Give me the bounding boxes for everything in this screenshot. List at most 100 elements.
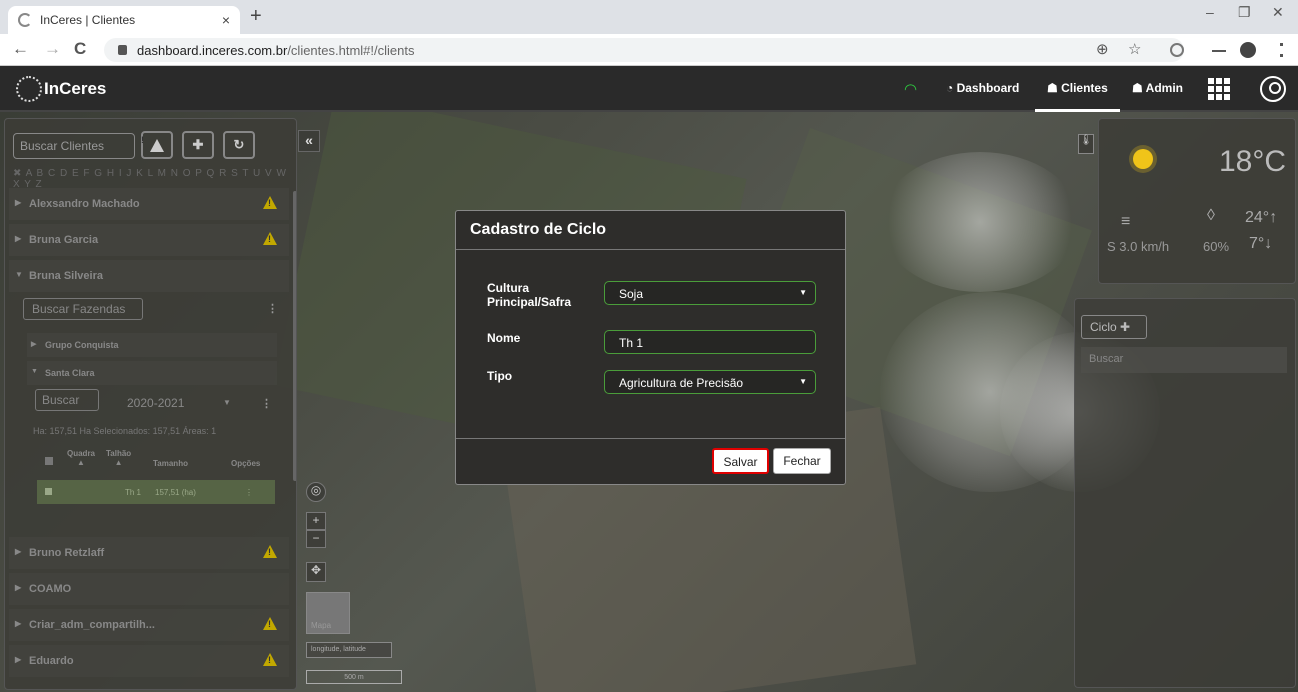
cultura-select[interactable]: Soja ▼ bbox=[604, 281, 816, 305]
column-opcoes: Opções bbox=[231, 459, 261, 468]
cycle-search-input[interactable]: Buscar bbox=[1081, 347, 1287, 373]
address-bar[interactable]: dashboard.inceres.com.br /clientes.html#… bbox=[104, 38, 1184, 62]
warning-icon bbox=[150, 138, 164, 152]
farm-item[interactable]: ▶ Grupo Conquista bbox=[27, 333, 277, 357]
profile-icon[interactable] bbox=[1240, 42, 1256, 58]
panel-scrollbar[interactable] bbox=[293, 191, 296, 481]
client-name: Bruno Retzlaff bbox=[29, 547, 105, 559]
add-cycle-button[interactable]: Ciclo ✚ bbox=[1081, 315, 1147, 339]
farm-item[interactable]: ▼ Santa Clara bbox=[27, 361, 277, 385]
caret-right-icon: ▶ bbox=[31, 341, 37, 348]
collapse-panel-button[interactable]: « bbox=[298, 130, 320, 152]
client-search-input[interactable]: Buscar Clientes bbox=[13, 133, 135, 159]
caret-down-icon: ▼ bbox=[223, 398, 231, 407]
caret-right-icon: ▶ bbox=[15, 619, 22, 628]
humidity-icon: ◊ bbox=[1207, 207, 1215, 224]
farm-name: Grupo Conquista bbox=[45, 340, 119, 350]
caret-down-icon: ▼ bbox=[799, 288, 807, 297]
column-tamanho[interactable]: Tamanho bbox=[153, 459, 188, 468]
tipo-select[interactable]: Agricultura de Precisão ▼ bbox=[604, 370, 816, 394]
users-icon: ☗ bbox=[1047, 81, 1062, 95]
caret-down-icon: ▼ bbox=[31, 368, 38, 375]
warning-icon bbox=[263, 545, 277, 558]
user-plus-icon: ☗ bbox=[1132, 81, 1146, 95]
zoom-in-button[interactable]: + bbox=[306, 512, 326, 530]
brand-name: InCeres bbox=[44, 79, 107, 98]
browser-tabbar: InCeres | Clientes × + – ❐ ✕ bbox=[0, 0, 1298, 34]
close-button[interactable]: Fechar bbox=[773, 448, 831, 474]
pan-icon[interactable]: ✥ bbox=[306, 562, 326, 582]
column-label: Talhão bbox=[106, 449, 132, 458]
client-name: Alexsandro Machado bbox=[29, 198, 140, 210]
add-client-button[interactable]: ✚ bbox=[182, 131, 214, 159]
browser-menu-icon[interactable] bbox=[1280, 43, 1283, 57]
nav-clientes[interactable]: ☗ Clientes bbox=[1035, 81, 1120, 112]
client-item[interactable]: ▶ Eduardo bbox=[9, 645, 289, 677]
client-name: Bruna Silveira bbox=[29, 270, 103, 282]
label-tipo: Tipo bbox=[487, 369, 513, 383]
client-item[interactable]: ▶ Bruno Retzlaff bbox=[9, 537, 289, 569]
row-checkbox[interactable] bbox=[45, 488, 52, 495]
extension-icon[interactable] bbox=[1170, 43, 1184, 57]
client-item[interactable]: ▶ Alexsandro Machado bbox=[9, 188, 289, 220]
client-name: Criar_adm_compartilh... bbox=[29, 619, 155, 631]
cycle-registration-modal: Cadastro de Ciclo Cultura Principal/Safr… bbox=[455, 210, 846, 485]
warning-icon bbox=[263, 653, 277, 666]
season-select[interactable]: 2020-2021 bbox=[127, 396, 184, 410]
farm-search-input[interactable]: Buscar Fazendas bbox=[23, 298, 143, 320]
column-talhao[interactable]: Talhão ▲ bbox=[106, 449, 131, 467]
nav-dashboard-label: Dashboard bbox=[956, 81, 1020, 95]
close-window-icon[interactable]: ✕ bbox=[1272, 4, 1284, 21]
bookmark-star-icon[interactable]: ☆ bbox=[1128, 40, 1141, 58]
reload-icon[interactable]: C bbox=[74, 39, 86, 59]
zoom-icon[interactable]: ⊕ bbox=[1096, 40, 1109, 58]
table-row[interactable]: Th 1 157,51 (ha) ⋮ bbox=[37, 480, 275, 504]
browser-tab[interactable]: InCeres | Clientes × bbox=[8, 6, 240, 34]
caret-right-icon: ▶ bbox=[15, 583, 22, 592]
brand-logo[interactable]: InCeres bbox=[16, 76, 106, 102]
zoom-out-button[interactable]: − bbox=[306, 530, 326, 548]
thermometer-icon[interactable]: 🌡 bbox=[1078, 134, 1094, 154]
map-cloud bbox=[880, 152, 1080, 292]
back-icon[interactable]: ← bbox=[12, 39, 29, 59]
app-navbar: InCeres ◠ ◔ Dashboard ☗ Clientes ☗ Admin bbox=[0, 66, 1298, 112]
warning-filter-button[interactable] bbox=[141, 131, 173, 159]
apps-grid-icon[interactable] bbox=[1208, 78, 1232, 100]
humidity-value: 60% bbox=[1203, 239, 1230, 254]
select-all-checkbox[interactable] bbox=[45, 457, 53, 465]
save-button[interactable]: Salvar bbox=[712, 448, 769, 474]
client-item[interactable]: ▶ Bruna Garcia bbox=[9, 224, 289, 256]
client-item[interactable]: ▶ COAMO bbox=[9, 573, 289, 605]
tab-close-icon[interactable]: × bbox=[222, 12, 230, 28]
nav-dashboard[interactable]: ◔ Dashboard bbox=[946, 81, 1019, 112]
client-item[interactable]: ▶ Criar_adm_compartilh... bbox=[9, 609, 289, 641]
column-quadra[interactable]: Quadra ▲ bbox=[67, 449, 95, 467]
user-avatar-icon[interactable] bbox=[1260, 76, 1286, 102]
more-options-icon[interactable]: ⋮ bbox=[267, 302, 278, 315]
refresh-button[interactable]: ↻ bbox=[223, 131, 255, 159]
alphabet-filter[interactable]: ✖ A B C D E F G H I J K L M N O P Q R S … bbox=[13, 168, 296, 190]
basemap-thumbnail[interactable]: Mapa bbox=[306, 592, 350, 634]
refresh-icon: ↻ bbox=[233, 137, 245, 152]
reading-list-icon[interactable] bbox=[1212, 50, 1226, 52]
new-tab-button[interactable]: + bbox=[250, 5, 262, 28]
caret-right-icon: ▶ bbox=[15, 655, 22, 664]
more-options-icon[interactable]: ⋮ bbox=[261, 397, 272, 410]
caret-right-icon: ▶ bbox=[15, 234, 22, 243]
current-temperature: 18°C bbox=[1219, 145, 1287, 178]
nome-input[interactable]: Th 1 bbox=[604, 330, 816, 354]
forward-icon[interactable]: → bbox=[44, 39, 61, 59]
maximize-icon[interactable]: ❐ bbox=[1238, 4, 1251, 21]
field-search-input[interactable]: Buscar bbox=[35, 389, 99, 411]
label-cultura: Cultura Principal/Safra bbox=[487, 281, 572, 309]
compass-icon[interactable]: ◎ bbox=[306, 482, 326, 502]
client-item[interactable]: ▼ Bruna Silveira bbox=[9, 260, 289, 292]
minimize-icon[interactable]: – bbox=[1206, 4, 1214, 20]
client-name: Eduardo bbox=[29, 655, 74, 667]
nav-admin[interactable]: ☗ Admin bbox=[1132, 81, 1183, 112]
warning-icon bbox=[263, 232, 277, 245]
clients-panel: Buscar Clientes ✚ ↻ ✖ A B C D E F G H I … bbox=[4, 118, 297, 690]
row-talhao: Th 1 bbox=[125, 488, 142, 497]
row-options-icon[interactable]: ⋮ bbox=[245, 488, 253, 497]
tipo-value: Agricultura de Precisão bbox=[619, 376, 744, 390]
